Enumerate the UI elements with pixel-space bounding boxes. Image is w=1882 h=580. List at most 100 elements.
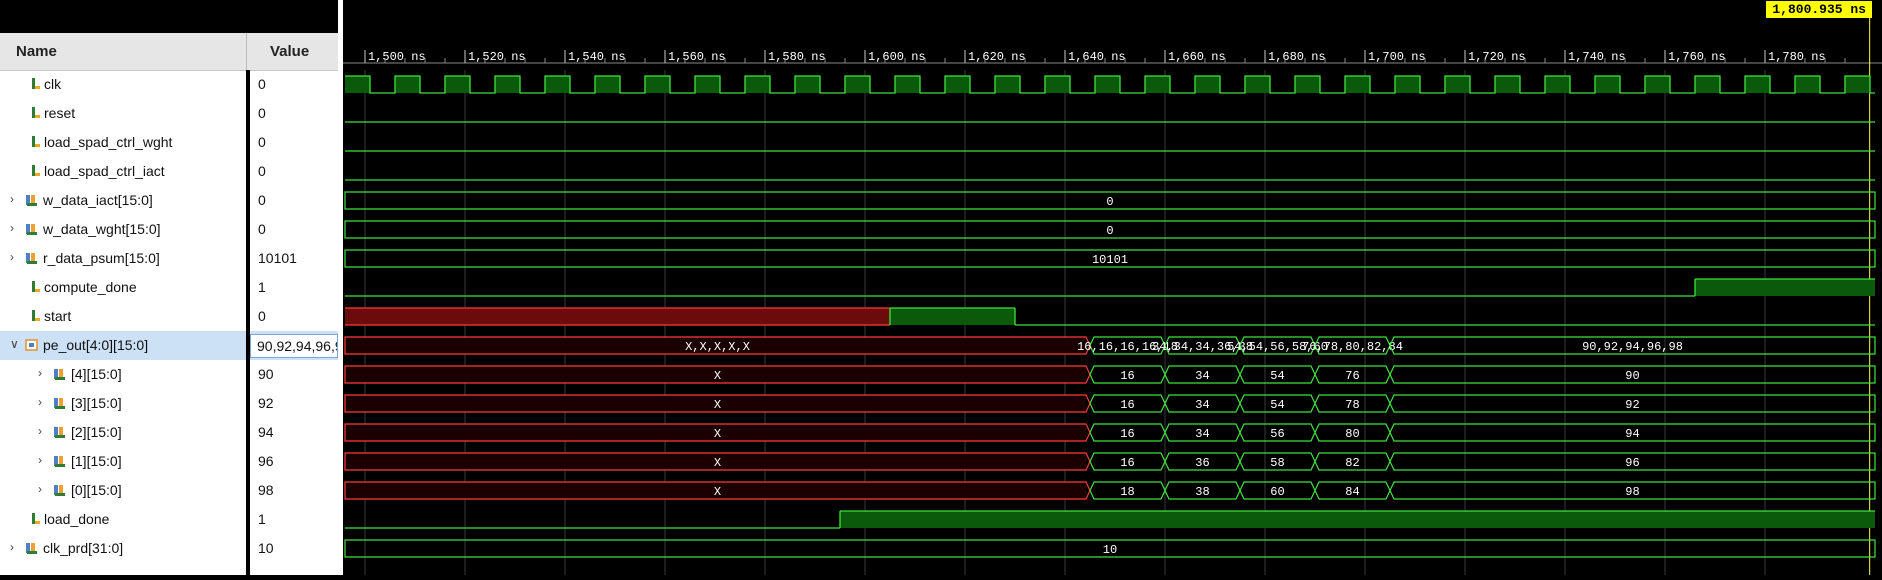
bus-value-label: 84 (1345, 485, 1359, 499)
signal-row[interactable]: › [1][15:0] 96 (0, 447, 338, 476)
clock-high-fill (1095, 76, 1120, 93)
signal-name: clk (44, 76, 62, 92)
signal-value: 10 (258, 540, 274, 556)
bit-signal-icon (32, 281, 40, 292)
time-tick-label: 1,640 ns (1068, 50, 1126, 64)
value-column-header[interactable]: Value (270, 43, 309, 60)
column-separator[interactable] (246, 33, 247, 70)
high-fill (840, 511, 1875, 528)
signal-row[interactable]: › w_data_iact[15:0] 0 (0, 186, 338, 215)
clock-high-fill (1445, 76, 1470, 93)
clock-high-fill (1795, 76, 1820, 93)
signal-row[interactable]: › [2][15:0] 94 (0, 418, 338, 447)
time-tick-label: 1,740 ns (1568, 50, 1626, 64)
signal-name: r_data_psum[15:0] (43, 250, 160, 266)
expand-chevron-icon[interactable]: › (38, 366, 48, 380)
expand-chevron-icon[interactable]: › (38, 395, 48, 409)
clock-high-fill (1545, 76, 1570, 93)
bus-value-label: 34 (1195, 398, 1209, 412)
clock-high-fill (595, 76, 620, 93)
bus-value-label: X (714, 456, 721, 470)
bus-value-label: 80 (1345, 427, 1359, 441)
array-signal-icon (25, 339, 38, 351)
signal-row[interactable]: › [4][15:0] 90 (0, 360, 338, 389)
signal-name: pe_out[4:0][15:0] (43, 337, 149, 353)
signal-value: 0 (258, 134, 266, 150)
bus-value-label: X (714, 398, 721, 412)
bit-signal-icon (32, 107, 40, 118)
bus-signal-icon (54, 369, 65, 380)
signal-name: load_spad_ctrl_wght (44, 134, 173, 150)
signal-value: 10101 (258, 250, 297, 266)
expand-chevron-icon[interactable]: › (10, 540, 20, 554)
clock-high-fill (1595, 76, 1620, 93)
clock-high-fill (645, 76, 670, 93)
bus-signal-icon (26, 224, 37, 235)
column-divider[interactable] (246, 70, 250, 575)
waveform-canvas[interactable]: 1,500 ns 1,520 ns 1,540 ns 1,560 ns 1,580 ns… (343, 0, 1882, 575)
expand-chevron-icon[interactable]: › (10, 221, 20, 235)
clock-high-fill (545, 76, 570, 93)
expand-chevron-icon[interactable]: › (38, 453, 48, 467)
signal-name: [1][15:0] (71, 453, 122, 469)
signal-row[interactable]: › [0][15:0] 98 (0, 476, 338, 505)
signal-value: 1 (258, 511, 266, 527)
bus-value-label: 16 (1120, 398, 1134, 412)
bus-value-label: 90 (1625, 369, 1639, 383)
signal-row[interactable]: › r_data_psum[15:0] 10101 (0, 244, 338, 273)
signal-row[interactable]: load_done 1 (0, 505, 338, 534)
signal-row[interactable]: start 0 (0, 302, 338, 331)
signal-name: [2][15:0] (71, 424, 122, 440)
bus-value-label: 0 (1106, 224, 1113, 238)
signal-name: [4][15:0] (71, 366, 122, 382)
signal-row[interactable]: ∨ pe_out[4:0][15:0] 90,92,94,96,98 (0, 331, 338, 360)
signal-row[interactable]: compute_done 1 (0, 273, 338, 302)
clock-high-fill (795, 76, 820, 93)
expand-chevron-icon[interactable]: › (38, 482, 48, 496)
signal-row[interactable]: › [3][15:0] 92 (0, 389, 338, 418)
expand-chevron-icon[interactable]: › (38, 424, 48, 438)
bus-value-label: 16 (1120, 456, 1134, 470)
unknown-fill (345, 308, 890, 325)
bus-value-label: 54 (1270, 398, 1284, 412)
bus-value-label: 0 (1106, 195, 1113, 209)
clock-high-fill (495, 76, 520, 93)
clock-high-fill (1645, 76, 1670, 93)
bus-value-label: X (714, 485, 721, 499)
clock-high-fill (1695, 76, 1720, 93)
signal-row[interactable]: load_spad_ctrl_wght 0 (0, 128, 338, 157)
collapse-chevron-icon[interactable]: ∨ (10, 337, 20, 351)
bus-signal-icon (26, 253, 37, 264)
clock-high-fill (1045, 76, 1070, 93)
signal-row[interactable]: › w_data_wght[15:0] 0 (0, 215, 338, 244)
waveform-viewer[interactable]: 1,500 ns 1,520 ns 1,540 ns 1,560 ns 1,580 ns… (343, 0, 1882, 575)
clock-high-fill (1345, 76, 1370, 93)
bus-value-label: 82 (1345, 456, 1359, 470)
signal-row[interactable]: › clk_prd[31:0] 10 (0, 534, 338, 563)
bus-signal-icon (26, 543, 37, 554)
clock-high-fill (445, 76, 470, 93)
bit-signal-icon (32, 136, 40, 147)
panel-toolbar-strip (0, 0, 338, 33)
expand-chevron-icon[interactable]: › (10, 250, 20, 264)
bus-value-label: X (714, 369, 721, 383)
bus-value-label: 98 (1625, 485, 1639, 499)
name-column-header[interactable]: Name (16, 43, 57, 60)
signal-row[interactable]: load_spad_ctrl_iact 0 (0, 157, 338, 186)
clock-high-fill (1845, 76, 1870, 93)
expand-chevron-icon[interactable]: › (10, 192, 20, 206)
signal-value: 0 (258, 192, 266, 208)
time-tick-label: 1,760 ns (1668, 50, 1726, 64)
signal-value: 96 (258, 453, 274, 469)
bus-value-label: 34 (1195, 369, 1209, 383)
bus-value-label: 16 (1120, 427, 1134, 441)
bus-signal-icon (54, 398, 65, 409)
signal-row[interactable]: reset 0 (0, 99, 338, 128)
clock-high-fill (1745, 76, 1770, 93)
clock-high-fill (845, 76, 870, 93)
clock-high-fill (1245, 76, 1270, 93)
time-tick-label: 1,600 ns (868, 50, 926, 64)
bus-signal-icon (54, 427, 65, 438)
time-tick-label: 1,540 ns (568, 50, 626, 64)
signal-row[interactable]: clk 0 (0, 70, 338, 99)
